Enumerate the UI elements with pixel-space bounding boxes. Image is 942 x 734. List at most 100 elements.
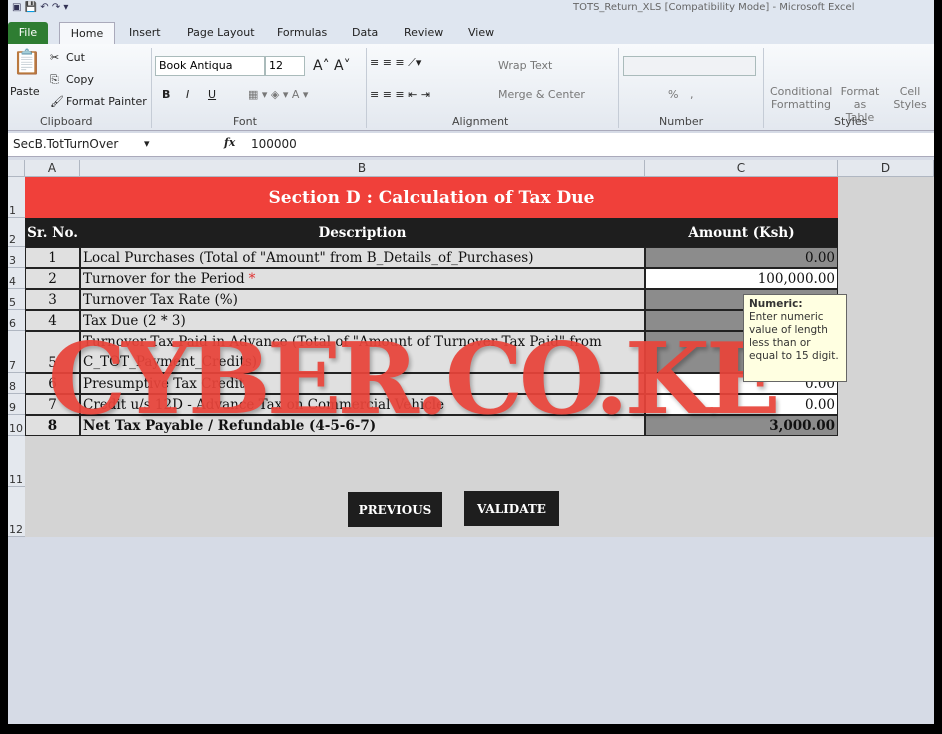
description: Tax Due (2 * 3)	[83, 312, 186, 329]
tab-page-layout[interactable]: Page Layout	[181, 22, 261, 44]
row-header[interactable]: 2	[8, 218, 25, 247]
row-header[interactable]: 10	[8, 415, 25, 436]
description-line-2: C_TOT_Payment_Credits)	[83, 354, 258, 370]
previous-button[interactable]: PREVIOUS	[348, 492, 442, 527]
paste-button[interactable]: Paste	[10, 85, 40, 98]
bold-button[interactable]: B	[162, 88, 170, 101]
column-header-c[interactable]: C	[645, 160, 838, 177]
tooltip-body: Enter numeric value of length less than …	[749, 311, 839, 362]
format-painter-button[interactable]: Format Painter	[66, 95, 147, 108]
tab-home[interactable]: Home	[59, 22, 115, 44]
tab-insert[interactable]: Insert	[123, 22, 167, 44]
row-header[interactable]: 8	[8, 373, 25, 394]
grow-font-icon[interactable]: A˄ A˅	[313, 58, 351, 74]
column-header-d[interactable]: D	[838, 160, 934, 177]
name-box[interactable]: SecB.TotTurnOver	[13, 137, 118, 151]
sr-no-cell: 7	[25, 394, 80, 415]
description: Turnover Tax Paid in Advance (Total of "…	[83, 334, 602, 350]
header-amount: Amount (Ksh)	[645, 218, 838, 247]
input-tooltip: Numeric: Enter numeric value of length l…	[743, 294, 847, 382]
validate-button[interactable]: VALIDATE	[464, 491, 559, 526]
sr-no: 5	[48, 355, 57, 371]
row-header[interactable]: 1	[8, 177, 25, 218]
amount: 100,000.00	[757, 270, 835, 287]
row-header[interactable]: 7	[8, 331, 25, 373]
quick-access-toolbar[interactable]: ▣ 💾 ↶ ↷ ▾	[12, 2, 68, 13]
sr-no: 1	[48, 249, 57, 266]
sr-no-cell: 6	[25, 373, 80, 394]
description-cell: Tax Due (2 * 3)	[80, 310, 645, 331]
number-format-select[interactable]	[623, 56, 756, 76]
row-header[interactable]: 4	[8, 268, 25, 289]
column-header-a[interactable]: A	[25, 160, 80, 177]
select-all[interactable]	[8, 160, 25, 177]
amount-cell: 0.00	[645, 247, 838, 268]
description-cell: Turnover Tax Paid in Advance (Total of "…	[80, 331, 645, 373]
cell-styles-button[interactable]: Cell Styles	[890, 85, 930, 111]
description-cell: Presumptive Tax Credit	[80, 373, 645, 394]
align-top-icons[interactable]: ≡ ≡ ≡ ⟋▾	[370, 56, 421, 70]
tab-view[interactable]: View	[462, 22, 500, 44]
tab-review[interactable]: Review	[398, 22, 449, 44]
font-name-select[interactable]: Book Antiqua	[155, 56, 265, 76]
borders-icon[interactable]: ▦ ▾ ◈ ▾ A ▾	[248, 88, 308, 101]
underline-button[interactable]: U	[208, 88, 216, 101]
sr-no: 8	[47, 417, 58, 434]
name-box-dropdown-icon[interactable]: ▾	[144, 137, 150, 150]
ribbon: 📋 Paste ✂ Cut ⎘ Copy 🖌 Format Painter Cl…	[8, 44, 934, 131]
group-font: Font	[233, 115, 257, 128]
sr-no-cell: 1	[25, 247, 80, 268]
cut-icon: ✂	[50, 51, 60, 64]
header-sr-no: Sr. No.	[25, 218, 80, 247]
merge-center-button[interactable]: Merge & Center	[498, 88, 585, 101]
description-cell: Net Tax Payable / Refundable (4-5-6-7)	[80, 415, 645, 436]
sr-no: 6	[48, 375, 57, 392]
tab-file[interactable]: File	[8, 22, 48, 44]
tooltip-title: Numeric:	[749, 298, 803, 310]
sr-no-cell: 8	[25, 415, 80, 436]
row-header[interactable]: 11	[8, 436, 25, 487]
description: Net Tax Payable / Refundable (4-5-6-7)	[83, 417, 377, 434]
formula-bar: SecB.TotTurnOver ▾ fx 100000	[8, 133, 934, 157]
ribbon-tabs: File Home Insert Page Layout Formulas Da…	[8, 18, 934, 44]
description: Credit u/s 12D - Advance Tax on Commerci…	[83, 396, 445, 413]
row-header[interactable]: 3	[8, 247, 25, 268]
copy-button[interactable]: Copy	[66, 73, 94, 86]
group-alignment: Alignment	[452, 115, 509, 128]
description-cell: Turnover for the Period *	[80, 268, 645, 289]
conditional-formatting-button[interactable]: Conditional Formatting	[770, 85, 832, 111]
tab-data[interactable]: Data	[346, 22, 384, 44]
tab-formulas[interactable]: Formulas	[271, 22, 333, 44]
column-header-b[interactable]: B	[80, 160, 645, 177]
percent-button[interactable]: %	[668, 88, 678, 101]
row-header[interactable]: 6	[8, 310, 25, 331]
sr-no-cell: 4	[25, 310, 80, 331]
paste-icon: 📋	[12, 48, 42, 76]
amount: 0.00	[804, 396, 835, 413]
amount-cell[interactable]: 100,000.00	[645, 268, 838, 289]
description: Presumptive Tax Credit	[83, 375, 245, 392]
required-marker: *	[248, 270, 256, 287]
description-cell: Credit u/s 12D - Advance Tax on Commerci…	[80, 394, 645, 415]
description: Turnover Tax Rate (%)	[83, 291, 238, 308]
cut-button[interactable]: Cut	[66, 51, 85, 64]
fx-icon[interactable]: fx	[224, 136, 235, 149]
title-bar: ▣ 💾 ↶ ↷ ▾ TOTS_Return_XLS [Compatibility…	[8, 0, 934, 18]
comma-button[interactable]: ,	[690, 88, 694, 101]
italic-button[interactable]: I	[186, 88, 189, 101]
wrap-text-button[interactable]: Wrap Text	[498, 59, 552, 72]
align-horizontal-icons[interactable]: ≡ ≡ ≡ ⇤ ⇥	[370, 88, 430, 101]
amount: 3,000.00	[769, 417, 835, 434]
window-title: TOTS_Return_XLS [Compatibility Mode] - M…	[573, 2, 855, 13]
sr-no: 3	[48, 291, 57, 308]
row-header[interactable]: 9	[8, 394, 25, 415]
font-size-select[interactable]: 12	[265, 56, 305, 76]
row-header[interactable]: 12	[8, 487, 25, 537]
description-cell: Turnover Tax Rate (%)	[80, 289, 645, 310]
amount-cell[interactable]: 0.00	[645, 394, 838, 415]
description: Local Purchases (Total of "Amount" from …	[83, 249, 534, 266]
row-header[interactable]: 5	[8, 289, 25, 310]
group-styles: Styles	[834, 115, 868, 128]
group-clipboard: Clipboard	[40, 115, 93, 128]
formula-input[interactable]: 100000	[251, 137, 297, 151]
